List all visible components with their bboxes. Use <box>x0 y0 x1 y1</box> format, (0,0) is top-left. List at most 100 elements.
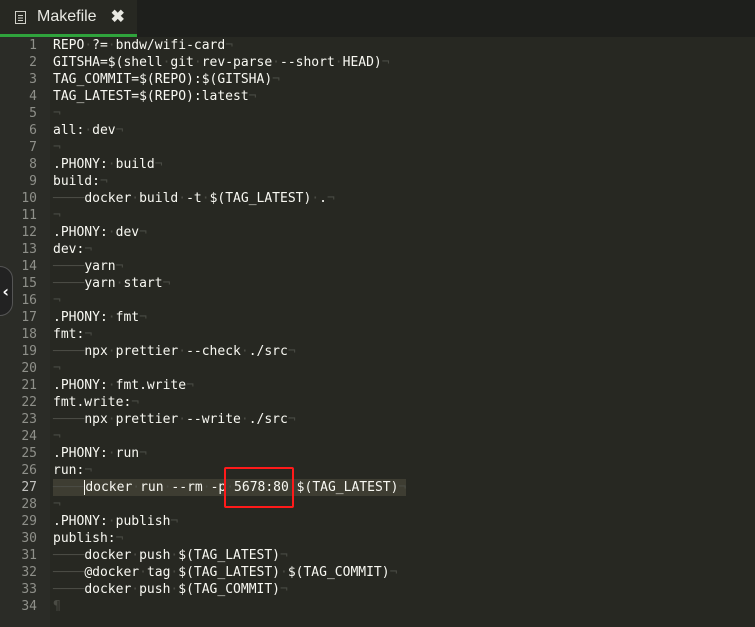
code-text: ¬ <box>53 106 61 121</box>
line-number: 8 <box>29 157 37 172</box>
code-text: build:¬ <box>53 174 108 189</box>
line-number: 6 <box>29 123 37 138</box>
line-number: 1 <box>29 38 37 53</box>
line-number: 25 <box>21 446 37 461</box>
code-line[interactable]: 10 ────docker·build·-t·$(TAG_LATEST)·.¬ <box>0 190 755 207</box>
line-number: 7 <box>29 140 37 155</box>
code-line[interactable]: 16 ¬ <box>0 292 755 309</box>
line-number: 29 <box>21 514 37 529</box>
line-number: 22 <box>21 395 37 410</box>
code-text: ────yarn¬ <box>53 259 124 274</box>
line-number: 33 <box>21 582 37 597</box>
code-line[interactable]: 15 ────yarn·start¬ <box>0 275 755 292</box>
code-line[interactable]: 11 ¬ <box>0 207 755 224</box>
code-text: GITSHA=$(shell·git·rev-parse·--short·HEA… <box>53 55 390 70</box>
code-line[interactable]: 18 fmt:¬ <box>0 326 755 343</box>
line-number: 27 <box>21 480 37 495</box>
code-text: .PHONY:·run¬ <box>53 446 147 461</box>
code-line[interactable]: 12 .PHONY:·dev¬ <box>0 224 755 241</box>
code-text: run:¬ <box>53 463 93 478</box>
code-text: ────npx·prettier·--write·./src¬ <box>53 412 296 427</box>
code-line[interactable]: 30 publish:¬ <box>0 530 755 547</box>
code-line[interactable]: 21 .PHONY:·fmt.write¬ <box>0 377 755 394</box>
code-text: ────docker·build·-t·$(TAG_LATEST)·.¬ <box>53 191 335 206</box>
code-line[interactable]: 7 ¬ <box>0 139 755 156</box>
code-line[interactable]: 2 GITSHA=$(shell·git·rev-parse·--short·HE… <box>0 54 755 71</box>
code-line[interactable]: 20 ¬ <box>0 360 755 377</box>
code-line[interactable]: 5 ¬ <box>0 105 755 122</box>
code-text: ¬ <box>53 293 61 308</box>
code-text: .PHONY:·build¬ <box>53 157 163 172</box>
annotation-highlight-box <box>224 467 294 508</box>
code-line[interactable]: 33 ────docker·push·$(TAG_COMMIT)¬ <box>0 581 755 598</box>
code-line[interactable]: 13 dev:¬ <box>0 241 755 258</box>
code-text: ¶ <box>53 599 61 614</box>
code-line[interactable]: 3 TAG_COMMIT=$(REPO):$(GITSHA)¬ <box>0 71 755 88</box>
line-number: 2 <box>29 55 37 70</box>
code-line[interactable]: 8 .PHONY:·build¬ <box>0 156 755 173</box>
code-line[interactable]: 22 fmt.write:¬ <box>0 394 755 411</box>
close-tab-icon[interactable]: ✖ <box>111 7 125 27</box>
line-number: 32 <box>21 565 37 580</box>
line-number: 19 <box>21 344 37 359</box>
code-text: .PHONY:·fmt.write¬ <box>53 378 194 393</box>
line-number: 26 <box>21 463 37 478</box>
code-text: fmt:¬ <box>53 327 93 342</box>
line-number: 11 <box>21 208 37 223</box>
code-line[interactable]: 28 ¬ <box>0 496 755 513</box>
code-line[interactable]: 4 TAG_LATEST=$(REPO):latest¬ <box>0 88 755 105</box>
code-text: ¬ <box>53 361 61 376</box>
code-text: ¬ <box>53 140 61 155</box>
code-line[interactable]: 26 run:¬ <box>0 462 755 479</box>
code-text: ────docker·push·$(TAG_COMMIT)¬ <box>53 582 288 597</box>
line-number: 20 <box>21 361 37 376</box>
code-line[interactable]: 24 ¬ <box>0 428 755 445</box>
tab-makefile[interactable]: Makefile ✖ <box>0 0 137 37</box>
code-line[interactable]: 9 build:¬ <box>0 173 755 190</box>
code-line[interactable]: 31 ────docker·push·$(TAG_LATEST)¬ <box>0 547 755 564</box>
line-number: 24 <box>21 429 37 444</box>
line-number: 13 <box>21 242 37 257</box>
code-line[interactable]: 14 ────yarn¬ <box>0 258 755 275</box>
code-text: fmt.write:¬ <box>53 395 140 410</box>
code-text: ────yarn·start¬ <box>53 276 171 291</box>
code-line[interactable]: 34 ¶ <box>0 598 755 615</box>
code-line[interactable]: 19 ────npx·prettier·--check·./src¬ <box>0 343 755 360</box>
line-number: 3 <box>29 72 37 87</box>
code-text: TAG_COMMIT=$(REPO):$(GITSHA)¬ <box>53 72 280 87</box>
code-line[interactable]: 25 .PHONY:·run¬ <box>0 445 755 462</box>
code-text: REPO·?=·bndw/wifi-card¬ <box>53 38 234 53</box>
code-text: ────docker·push·$(TAG_LATEST)¬ <box>53 548 288 563</box>
line-number: 10 <box>21 191 37 206</box>
code-text: ¬ <box>53 429 61 444</box>
line-number: 12 <box>21 225 37 240</box>
code-line[interactable]: 27 ────docker·run·--rm·-p·5678:80·$(TAG_L… <box>0 479 755 496</box>
sidebar-toggle-button[interactable]: ‹ <box>0 266 13 316</box>
line-number: 23 <box>21 412 37 427</box>
code-line[interactable]: 32 ────@docker·tag·$(TAG_LATEST)·$(TAG_CO… <box>0 564 755 581</box>
code-text: TAG_LATEST=$(REPO):latest¬ <box>53 89 257 104</box>
code-line[interactable]: 1 REPO·?=·bndw/wifi-card¬ <box>0 37 755 54</box>
line-number: 4 <box>29 89 37 104</box>
code-text: ────npx·prettier·--check·./src¬ <box>53 344 296 359</box>
file-text-icon <box>15 10 26 24</box>
code-text: .PHONY:·fmt¬ <box>53 310 147 325</box>
code-text: .PHONY:·publish¬ <box>53 514 179 529</box>
code-text: .PHONY:·dev¬ <box>53 225 147 240</box>
line-number: 18 <box>21 327 37 342</box>
code-text: ¬ <box>53 497 61 512</box>
line-number: 5 <box>29 106 37 121</box>
tab-title: Makefile <box>37 8 97 25</box>
code-line[interactable]: 17 .PHONY:·fmt¬ <box>0 309 755 326</box>
code-line[interactable]: 29 .PHONY:·publish¬ <box>0 513 755 530</box>
code-editor[interactable]: 1 REPO·?=·bndw/wifi-card¬ 2 GITSHA=$(shell·… <box>0 37 755 627</box>
line-number: 21 <box>21 378 37 393</box>
line-number: 9 <box>29 174 37 189</box>
code-text: all:·dev¬ <box>53 123 124 138</box>
code-line[interactable]: 23 ────npx·prettier·--write·./src¬ <box>0 411 755 428</box>
chevron-left-icon: ‹ <box>2 281 9 301</box>
tab-bar: Makefile ✖ <box>0 0 755 37</box>
code-text: ────@docker·tag·$(TAG_LATEST)·$(TAG_COMM… <box>53 565 398 580</box>
line-number: 34 <box>21 599 37 614</box>
code-line[interactable]: 6 all:·dev¬ <box>0 122 755 139</box>
